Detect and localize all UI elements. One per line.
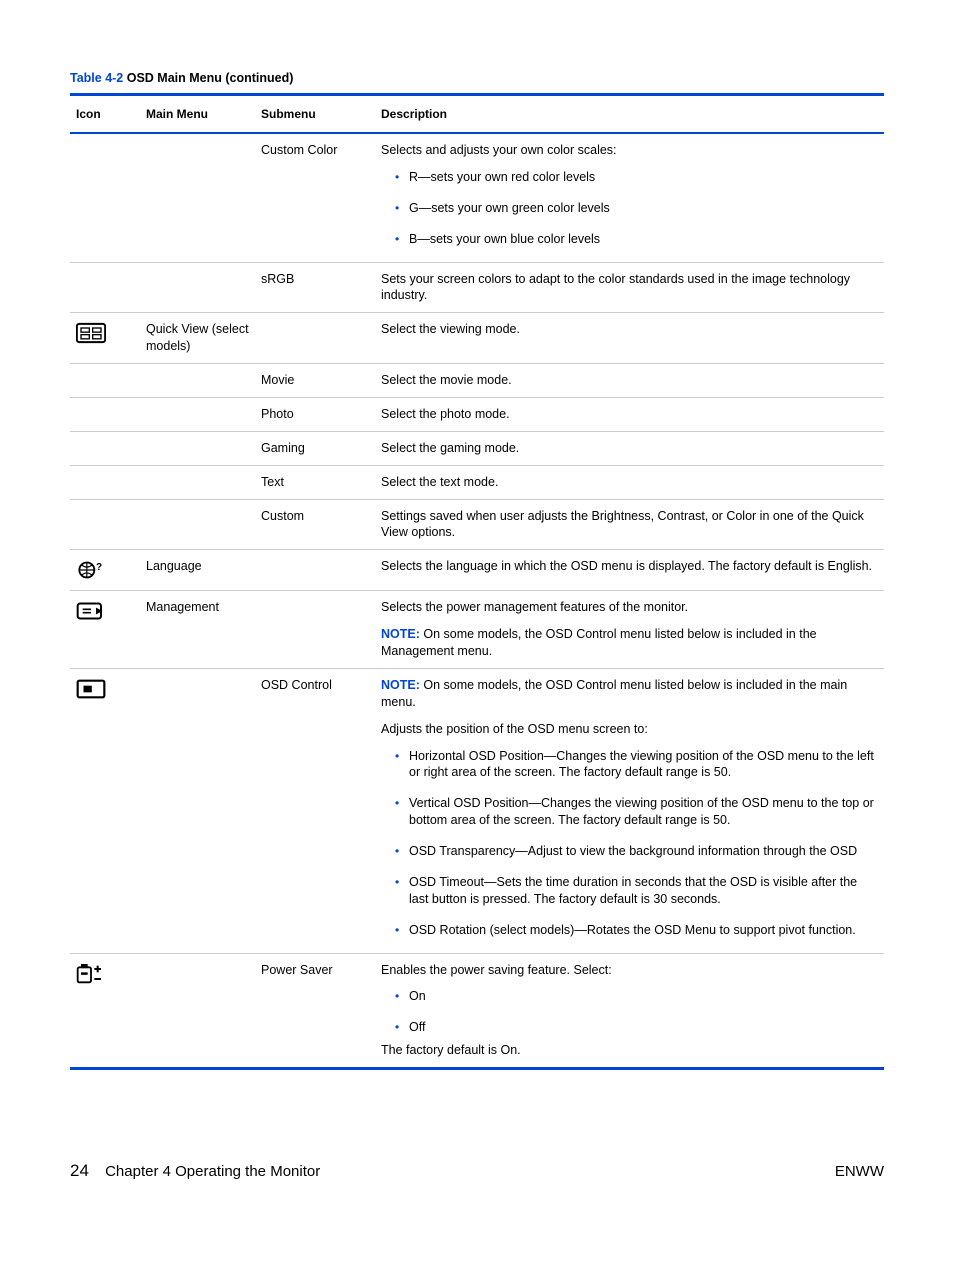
description-cell: Select the movie mode. — [375, 364, 884, 398]
header-submenu: Submenu — [255, 94, 375, 133]
note-body: On some models, the OSD Control menu lis… — [381, 627, 817, 658]
footer-left: 24 Chapter 4 Operating the Monitor — [70, 1160, 320, 1183]
table-number: Table 4-2 — [70, 71, 123, 85]
header-icon: Icon — [70, 94, 140, 133]
svg-text:?: ? — [96, 562, 102, 573]
description-cell: Selects the power management features of… — [375, 591, 884, 669]
submenu-cell: Custom — [255, 499, 375, 550]
table-row: sRGB Sets your screen colors to adapt to… — [70, 262, 884, 313]
note-text: NOTE: On some models, the OSD Control me… — [381, 626, 878, 660]
description-cell: Sets your screen colors to adapt to the … — [375, 262, 884, 313]
submenu-cell: Custom Color — [255, 133, 375, 262]
main-menu-cell: Management — [140, 591, 255, 669]
management-icon — [76, 599, 106, 623]
submenu-cell: OSD Control — [255, 668, 375, 953]
description-cell: Selects the language in which the OSD me… — [375, 550, 884, 591]
note-lead: NOTE: — [381, 627, 420, 641]
submenu-cell: Gaming — [255, 431, 375, 465]
language-icon: ? — [76, 558, 106, 582]
list-item: Off — [395, 1019, 878, 1040]
header-main-menu: Main Menu — [140, 94, 255, 133]
description-cell: Select the viewing mode. — [375, 313, 884, 364]
list-item: OSD Rotation (select models)—Rotates the… — [395, 922, 878, 943]
main-menu-cell: Language — [140, 550, 255, 591]
table-row: Management Selects the power management … — [70, 591, 884, 669]
table-row: OSD Control NOTE: On some models, the OS… — [70, 668, 884, 953]
table-header-row: Icon Main Menu Submenu Description — [70, 94, 884, 133]
submenu-cell: Movie — [255, 364, 375, 398]
list-item: OSD Transparency—Adjust to view the back… — [395, 843, 878, 874]
table-row: Custom Settings saved when user adjusts … — [70, 499, 884, 550]
list-item: R—sets your own red color levels — [395, 169, 878, 200]
list-item: Horizontal OSD Position—Changes the view… — [395, 748, 878, 796]
description-cell: Select the gaming mode. — [375, 431, 884, 465]
bullet-list: Horizontal OSD Position—Changes the view… — [395, 748, 878, 943]
page-number: 24 — [70, 1161, 89, 1180]
submenu-cell: sRGB — [255, 262, 375, 313]
table-row: Power Saver Enables the power saving fea… — [70, 953, 884, 1069]
table-title: OSD Main Menu (continued) — [123, 71, 293, 85]
table-row: Movie Select the movie mode. — [70, 364, 884, 398]
table-row: Text Select the text mode. — [70, 465, 884, 499]
bullet-list: R—sets your own red color levels G—sets … — [395, 169, 878, 252]
description-cell: Select the text mode. — [375, 465, 884, 499]
table-row: Gaming Select the gaming mode. — [70, 431, 884, 465]
submenu-cell: Text — [255, 465, 375, 499]
footer-right: ENWW — [835, 1162, 884, 1182]
list-item: OSD Timeout—Sets the time duration in se… — [395, 874, 878, 922]
note-lead: NOTE: — [381, 678, 420, 692]
description-cell: Select the photo mode. — [375, 397, 884, 431]
table-caption: Table 4-2 OSD Main Menu (continued) — [70, 70, 884, 87]
submenu-cell: Power Saver — [255, 953, 375, 1069]
description-cell: Enables the power saving feature. Select… — [375, 953, 884, 1069]
description-cell: Selects and adjusts your own color scale… — [375, 133, 884, 262]
header-description: Description — [375, 94, 884, 133]
table-row: Quick View (select models) Select the vi… — [70, 313, 884, 364]
desc-text: Selects and adjusts your own color scale… — [381, 142, 878, 159]
desc-text: Enables the power saving feature. Select… — [381, 962, 878, 979]
list-item: Vertical OSD Position—Changes the viewin… — [395, 795, 878, 843]
main-menu-cell: Quick View (select models) — [140, 313, 255, 364]
description-cell: Settings saved when user adjusts the Bri… — [375, 499, 884, 550]
desc-text: Selects the power management features of… — [381, 599, 878, 616]
table-row: ? Language Selects the language in which… — [70, 550, 884, 591]
bullet-list: On Off — [395, 988, 878, 1040]
page-footer: 24 Chapter 4 Operating the Monitor ENWW — [70, 1160, 884, 1183]
list-item: B—sets your own blue color levels — [395, 231, 878, 252]
table-row: Custom Color Selects and adjusts your ow… — [70, 133, 884, 262]
list-item: G—sets your own green color levels — [395, 200, 878, 231]
power-saver-icon — [76, 962, 106, 986]
description-cell: NOTE: On some models, the OSD Control me… — [375, 668, 884, 953]
submenu-cell: Photo — [255, 397, 375, 431]
chapter-title: Chapter 4 Operating the Monitor — [105, 1163, 320, 1180]
note-text: NOTE: On some models, the OSD Control me… — [381, 677, 878, 711]
osd-main-menu-table: Icon Main Menu Submenu Description Custo… — [70, 93, 884, 1070]
osd-control-icon — [76, 677, 106, 701]
quick-view-icon — [76, 321, 106, 345]
desc-text: The factory default is On. — [381, 1042, 878, 1059]
table-row: Photo Select the photo mode. — [70, 397, 884, 431]
list-item: On — [395, 988, 878, 1019]
note-body: On some models, the OSD Control menu lis… — [381, 678, 847, 709]
desc-text: Adjusts the position of the OSD menu scr… — [381, 721, 878, 738]
